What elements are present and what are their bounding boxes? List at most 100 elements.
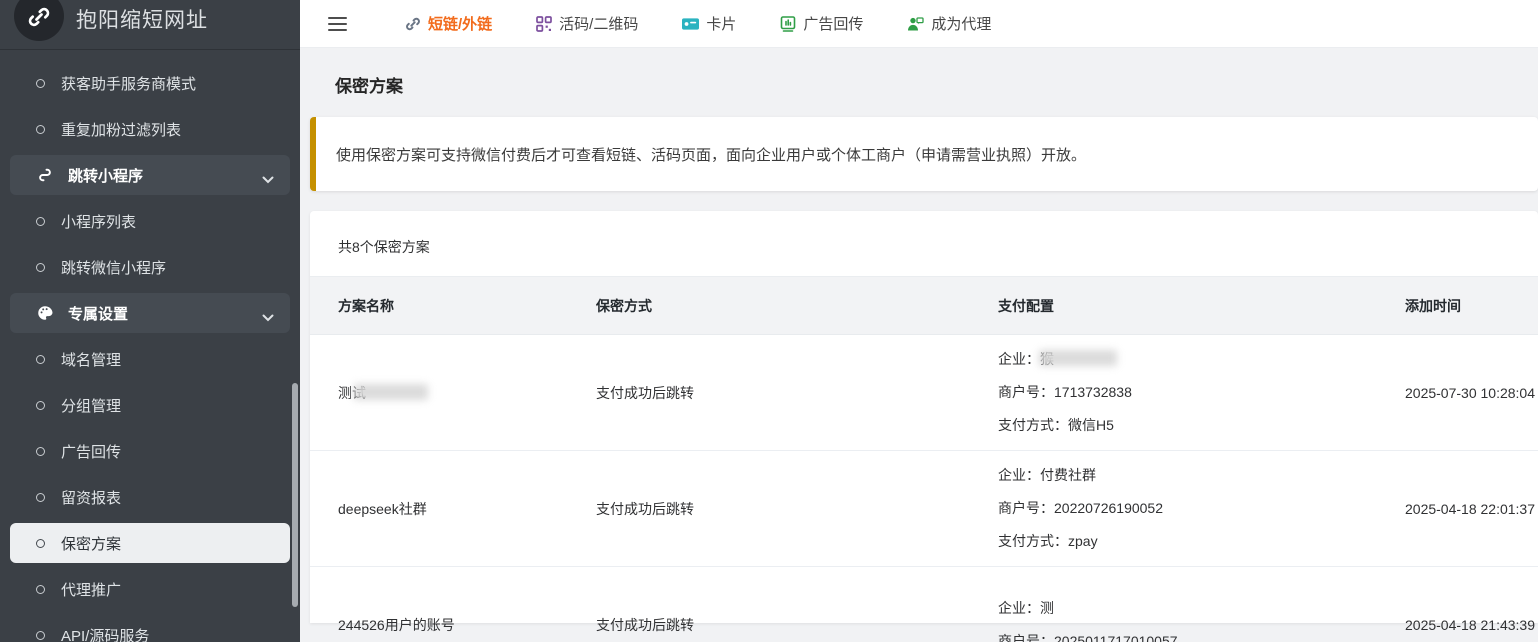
pay-company-line: 企业：付费社群 (998, 459, 1405, 492)
sidebar-item-ad-callback[interactable]: 广告回传 (0, 428, 300, 474)
cell-add-time: 2025-04-18 21:43:39 (1405, 617, 1538, 633)
sidebar-logo-row: 抱阳缩短网址 (0, 0, 300, 50)
sidebar-item-agent-promotion[interactable]: 代理推广 (0, 566, 300, 612)
circle-bullet-icon (36, 631, 45, 640)
sidebar-item-huoke-assistant[interactable]: 获客助手服务商模式 (0, 60, 300, 106)
tab-card[interactable]: 卡片 (682, 13, 736, 34)
cell-add-time: 2025-07-30 10:28:04 (1405, 385, 1538, 401)
cell-add-time: 2025-04-18 22:01:37 (1405, 501, 1538, 517)
sidebar-item-label: API/源码服务 (61, 625, 149, 642)
pay-method-line: 支付方式：zpay (998, 525, 1405, 558)
circle-bullet-icon (36, 401, 45, 410)
circle-bullet-icon (36, 217, 45, 226)
cell-pay-config: 企业：测 商户号：2025011717010057 (998, 592, 1405, 642)
agent-icon (907, 16, 924, 32)
palette-icon (36, 304, 54, 322)
sidebar-group-exclusive-settings[interactable]: 专属设置 (10, 293, 290, 333)
cell-secrecy-method: 支付成功后跳转 (596, 499, 998, 519)
sidebar-item-label: 广告回传 (61, 441, 121, 462)
cell-pay-config: 企业：付费社群 商户号：20220726190052 支付方式：zpay (998, 459, 1405, 558)
circle-bullet-icon (36, 125, 45, 134)
top-navigation: 短链/外链 活码/二维码 卡 (300, 0, 1538, 48)
pay-company-line: 企业：测 (998, 592, 1405, 625)
sidebar-item-label: 小程序列表 (61, 211, 136, 232)
pay-merchant-line: 商户号：2025011717010057 (998, 625, 1405, 642)
column-header-method: 保密方式 (596, 296, 998, 316)
redacted-text (1039, 350, 1117, 366)
table-row: 测试 支付成功后跳转 企业：猴 商户号：1713732838 支付方式：微信H5… (310, 335, 1538, 451)
sidebar-item-jump-wechat-miniprogram[interactable]: 跳转微信小程序 (0, 244, 300, 290)
sidebar-item-label: 代理推广 (61, 579, 121, 600)
circle-bullet-icon (36, 263, 45, 272)
cell-secrecy-method: 支付成功后跳转 (596, 615, 998, 635)
app-logo (14, 0, 64, 41)
sidebar-scrollbar-thumb[interactable] (292, 383, 298, 607)
chevron-down-icon (262, 171, 274, 188)
app-title: 抱阳缩短网址 (76, 4, 208, 34)
mini-program-link-icon (36, 166, 54, 184)
sidebar-item-duplicate-filter[interactable]: 重复加粉过滤列表 (0, 106, 300, 152)
cell-plan-name: deepseek社群 (338, 499, 596, 519)
cell-plan-name: 244526用户的账号 (338, 615, 596, 635)
table-row: deepseek社群 支付成功后跳转 企业：付费社群 商户号：202207261… (310, 451, 1538, 567)
main-area: 短链/外链 活码/二维码 卡 (300, 0, 1538, 642)
sidebar-item-label: 重复加粉过滤列表 (61, 119, 181, 140)
page-title: 保密方案 (335, 72, 1538, 97)
chevron-down-icon (262, 309, 274, 326)
sidebar-item-secrecy-plan[interactable]: 保密方案 (10, 523, 290, 563)
sidebar-item-label: 获客助手服务商模式 (61, 73, 196, 94)
column-header-name: 方案名称 (338, 296, 596, 316)
column-header-pay-config: 支付配置 (998, 296, 1405, 316)
tab-label: 成为代理 (931, 13, 991, 34)
sidebar-item-label: 跳转微信小程序 (61, 257, 166, 278)
tab-label: 活码/二维码 (559, 13, 638, 34)
alert-text: 使用保密方案可支持微信付费后才可查看短链、活码页面，面向企业用户或个体工商户（申… (336, 144, 1086, 165)
plan-count: 共8个保密方案 (310, 211, 1538, 277)
tab-become-agent[interactable]: 成为代理 (907, 13, 991, 34)
hamburger-menu-icon[interactable] (328, 13, 347, 35)
tab-live-qr-code[interactable]: 活码/二维码 (536, 13, 638, 34)
card-icon (682, 17, 699, 31)
page-title-bar: 保密方案 (300, 48, 1538, 117)
sidebar-item-label: 保密方案 (61, 533, 121, 554)
sidebar-item-api-source-service[interactable]: API/源码服务 (0, 612, 300, 642)
sidebar-item-label: 跳转小程序 (68, 165, 143, 186)
table-header-row: 方案名称 保密方式 支付配置 添加时间 (310, 277, 1538, 335)
pay-merchant-line: 商户号：20220726190052 (998, 492, 1405, 525)
qr-code-icon (536, 16, 552, 32)
sidebar-item-label: 留资报表 (61, 487, 121, 508)
circle-bullet-icon (36, 355, 45, 364)
redacted-text (354, 384, 428, 400)
sidebar-item-domain-management[interactable]: 域名管理 (0, 336, 300, 382)
chain-link-icon (27, 5, 51, 41)
info-alert: 使用保密方案可支持微信付费后才可查看短链、活码页面，面向企业用户或个体工商户（申… (310, 117, 1538, 191)
cell-plan-name: 测试 (338, 383, 596, 403)
table-row: 244526用户的账号 支付成功后跳转 企业：测 商户号：20250117170… (310, 567, 1538, 642)
tab-label: 广告回传 (803, 13, 863, 34)
link-icon (405, 16, 421, 32)
pay-method-line: 支付方式：微信H5 (998, 409, 1405, 442)
circle-bullet-icon (36, 493, 45, 502)
sidebar-item-miniprogram-list[interactable]: 小程序列表 (0, 198, 300, 244)
column-header-add-time: 添加时间 (1405, 296, 1538, 316)
cell-secrecy-method: 支付成功后跳转 (596, 383, 998, 403)
circle-bullet-icon (36, 585, 45, 594)
ad-callback-icon (780, 16, 796, 32)
pay-merchant-line: 商户号：1713732838 (998, 376, 1405, 409)
sidebar-item-lead-report[interactable]: 留资报表 (0, 474, 300, 520)
sidebar-menu: 获客助手服务商模式 重复加粉过滤列表 跳转小程序 小程序列表 跳转微信小程序 (0, 50, 300, 642)
sidebar-item-label: 专属设置 (68, 303, 128, 324)
sidebar-item-group-management[interactable]: 分组管理 (0, 382, 300, 428)
tab-label: 卡片 (706, 13, 736, 34)
sidebar: 抱阳缩短网址 获客助手服务商模式 重复加粉过滤列表 跳转小程序 小程序列表 (0, 0, 300, 642)
tab-ad-callback[interactable]: 广告回传 (780, 13, 863, 34)
pay-company-line: 企业：猴 (998, 343, 1405, 376)
sidebar-item-label: 分组管理 (61, 395, 121, 416)
sidebar-item-label: 域名管理 (61, 349, 121, 370)
sidebar-group-jump-miniprogram[interactable]: 跳转小程序 (10, 155, 290, 195)
circle-bullet-icon (36, 539, 45, 548)
circle-bullet-icon (36, 79, 45, 88)
cell-pay-config: 企业：猴 商户号：1713732838 支付方式：微信H5 (998, 343, 1405, 442)
plans-table-card: 共8个保密方案 方案名称 保密方式 支付配置 添加时间 测试 支付成功后跳转 企… (310, 211, 1538, 623)
tab-short-link[interactable]: 短链/外链 (405, 13, 492, 34)
